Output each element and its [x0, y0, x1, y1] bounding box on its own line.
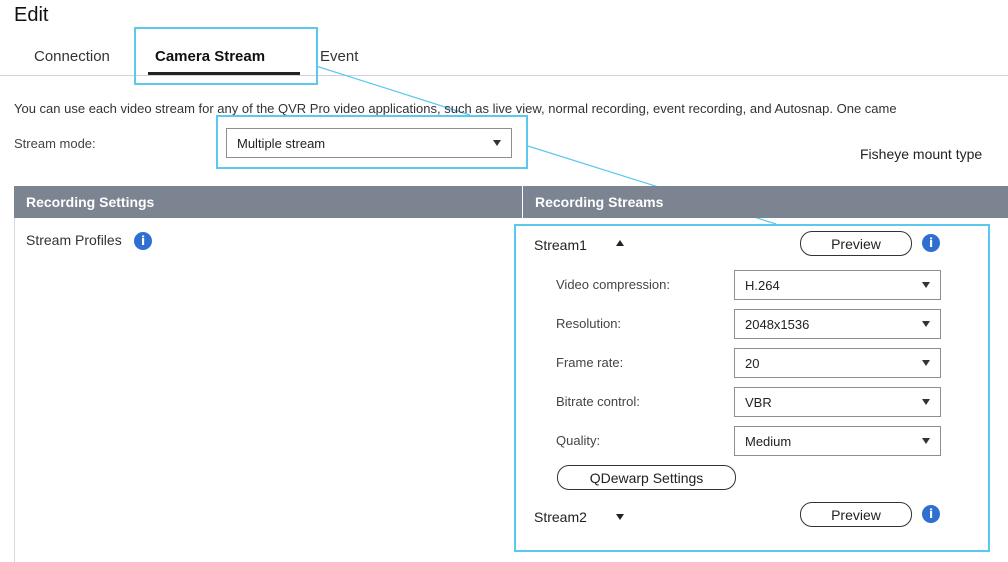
quality-value: Medium: [745, 433, 792, 449]
info-icon[interactable]: i: [134, 232, 152, 250]
frame-rate-select[interactable]: 20: [734, 348, 941, 378]
qdewarp-settings-button[interactable]: QDewarp Settings: [557, 465, 736, 490]
frame-rate-label: Frame rate:: [556, 355, 624, 370]
recording-streams-header: Recording Streams: [523, 186, 1008, 218]
video-compression-value: H.264: [745, 277, 780, 293]
panel-left-border: [14, 218, 15, 562]
chevron-down-icon: [922, 321, 930, 327]
video-compression-select[interactable]: H.264: [734, 270, 941, 300]
stream1-label: Stream1: [534, 237, 587, 253]
bitrate-control-select[interactable]: VBR: [734, 387, 941, 417]
stream-mode-value: Multiple stream: [237, 135, 326, 151]
stream-profiles-label: Stream Profiles: [26, 232, 122, 248]
collapse-up-icon[interactable]: [616, 240, 624, 246]
stream2-label: Stream2: [534, 509, 587, 525]
chevron-down-icon: [922, 360, 930, 366]
resolution-label: Resolution:: [556, 316, 622, 331]
bitrate-control-value: VBR: [745, 394, 772, 410]
chevron-down-icon: [922, 282, 930, 288]
stream1-preview-button[interactable]: Preview: [800, 231, 912, 256]
info-icon[interactable]: i: [922, 234, 940, 252]
quality-select[interactable]: Medium: [734, 426, 941, 456]
expand-down-icon[interactable]: [616, 514, 624, 520]
resolution-value: 2048x1536: [745, 316, 810, 332]
info-icon[interactable]: i: [922, 505, 940, 523]
fisheye-mount-label: Fisheye mount type: [860, 146, 983, 162]
chevron-down-icon: [493, 140, 501, 146]
chevron-down-icon: [922, 438, 930, 444]
frame-rate-value: 20: [745, 355, 760, 371]
resolution-select[interactable]: 2048x1536: [734, 309, 941, 339]
stream2-preview-button[interactable]: Preview: [800, 502, 912, 527]
description-text: You can use each video stream for any of…: [14, 101, 897, 116]
stream-mode-label: Stream mode:: [14, 136, 96, 151]
video-compression-label: Video compression:: [556, 277, 670, 292]
stream-mode-select[interactable]: Multiple stream: [226, 128, 512, 158]
chevron-down-icon: [922, 399, 930, 405]
bitrate-control-label: Bitrate control:: [556, 394, 640, 409]
quality-label: Quality:: [556, 433, 601, 448]
recording-settings-header: Recording Settings: [14, 186, 522, 218]
